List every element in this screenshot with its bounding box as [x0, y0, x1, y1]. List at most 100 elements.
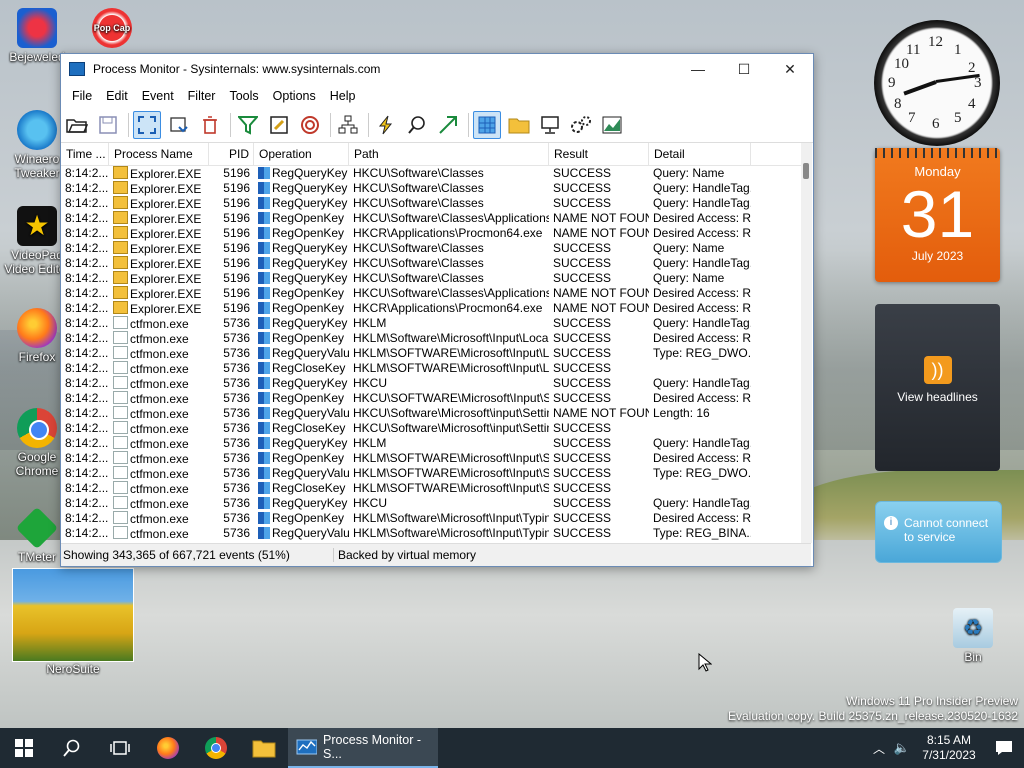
taskbar-chrome-icon[interactable]: [192, 728, 240, 768]
table-row[interactable]: 8:14:2... Explorer.EXE 5196 RegOpenKey HKCR\…: [61, 301, 801, 316]
table-row[interactable]: 8:14:2... Explorer.EXE 5196 RegQueryKey HKCU…: [61, 256, 801, 271]
filter-icon[interactable]: [235, 112, 261, 138]
clock-gadget[interactable]: 12 1 2 3 4 5 6 7 8 9 10 11: [874, 20, 1000, 146]
start-button[interactable]: [0, 728, 48, 768]
tray-chevron-up-icon[interactable]: ︿: [868, 740, 890, 757]
desktop-icon-nerosuite[interactable]: NeroSuite: [12, 568, 134, 676]
minimize-button[interactable]: —: [675, 54, 721, 84]
maximize-button[interactable]: ☐: [721, 54, 767, 84]
capture-icon[interactable]: [133, 111, 161, 139]
task-view-icon[interactable]: [96, 728, 144, 768]
cell-detail: [649, 421, 751, 436]
column-header-pid[interactable]: PID: [209, 143, 254, 165]
profiling-activity-icon[interactable]: [599, 112, 625, 138]
menu-file[interactable]: File: [65, 89, 99, 103]
table-row[interactable]: 8:14:2... ctfmon.exe 5736 RegCloseKey HKCU\S…: [61, 421, 801, 436]
table-row[interactable]: 8:14:2... ctfmon.exe 5736 RegCloseKey HKLM\S…: [61, 481, 801, 496]
table-row[interactable]: 8:14:2... Explorer.EXE 5196 RegQueryKey HKCU…: [61, 166, 801, 181]
table-row[interactable]: 8:14:2... ctfmon.exe 5736 RegQueryValue HKCU…: [61, 406, 801, 421]
taskbar-process-monitor[interactable]: Process Monitor - S...: [288, 728, 438, 768]
table-row[interactable]: 8:14:2... ctfmon.exe 5736 RegOpenKey HKCU\SO…: [61, 391, 801, 406]
table-row[interactable]: 8:14:2... ctfmon.exe 5736 RegOpenKey HKLM\SO…: [61, 451, 801, 466]
table-row[interactable]: 8:14:2... Explorer.EXE 5196 RegQueryKey HKCU…: [61, 196, 801, 211]
process-tree-icon[interactable]: [335, 112, 361, 138]
menu-edit[interactable]: Edit: [99, 89, 135, 103]
table-row[interactable]: 8:14:2... Explorer.EXE 5196 RegOpenKey HKCR\…: [61, 226, 801, 241]
jump-icon[interactable]: [435, 112, 461, 138]
target-icon[interactable]: [297, 112, 323, 138]
table-row[interactable]: 8:14:2... ctfmon.exe 5736 RegQueryKey HKCU SU…: [61, 376, 801, 391]
process-thread-activity-icon[interactable]: [568, 112, 594, 138]
scrollbar-thumb[interactable]: [803, 163, 809, 179]
desktop-icon-label: TMeter: [17, 550, 56, 564]
menu-help[interactable]: Help: [323, 89, 363, 103]
cell-detail: Query: HandleTag...: [653, 316, 751, 330]
table-row[interactable]: 8:14:2... ctfmon.exe 5736 RegQueryKey HKCU SU…: [61, 496, 801, 511]
vertical-scrollbar[interactable]: [801, 143, 812, 543]
clock-number: 7: [908, 110, 916, 126]
network-activity-icon[interactable]: [537, 112, 563, 138]
menu-bar: File Edit Event Filter Tools Options Hel…: [61, 84, 813, 108]
table-row[interactable]: 8:14:2... Explorer.EXE 5196 RegQueryKey HKCU…: [61, 181, 801, 196]
column-header-path[interactable]: Path: [349, 143, 549, 165]
cell-pid: 5736: [223, 511, 250, 525]
find-icon[interactable]: [404, 112, 430, 138]
clear-trash-icon[interactable]: [197, 112, 223, 138]
cell-pid: 5736: [223, 481, 250, 495]
table-row[interactable]: 8:14:2... ctfmon.exe 5736 RegQueryKey HKLM SU…: [61, 316, 801, 331]
menu-options[interactable]: Options: [266, 89, 323, 103]
column-header-operation[interactable]: Operation: [254, 143, 349, 165]
table-row[interactable]: 8:14:2... ctfmon.exe 5736 RegOpenKey HKLM\So…: [61, 331, 801, 346]
event-grid[interactable]: Time ... Process Name PID Operation Path…: [61, 143, 801, 543]
open-folder-icon[interactable]: [64, 112, 90, 138]
lightning-icon[interactable]: [373, 112, 399, 138]
calendar-gadget[interactable]: Monday 31 July 2023: [875, 148, 1000, 282]
cell-result: SUCCESS: [553, 181, 612, 195]
clock-number: 11: [906, 42, 921, 58]
menu-tools[interactable]: Tools: [222, 89, 265, 103]
table-row[interactable]: 8:14:2... ctfmon.exe 5736 RegQueryValue HKLM…: [61, 346, 801, 361]
clock-number: 12: [928, 34, 943, 50]
close-button[interactable]: ✕: [767, 54, 813, 84]
filesystem-activity-icon[interactable]: [506, 112, 532, 138]
table-row[interactable]: 8:14:2... ctfmon.exe 5736 RegQueryValue HKLM…: [61, 466, 801, 481]
search-icon[interactable]: [48, 728, 96, 768]
desktop-icon-recycle-bin[interactable]: ♻ Bin: [940, 608, 1006, 664]
taskbar-file-explorer-icon[interactable]: [240, 728, 288, 768]
table-row[interactable]: 8:14:2... ctfmon.exe 5736 RegCloseKey HKLM\S…: [61, 361, 801, 376]
procmon-taskbar-icon: [296, 739, 318, 755]
table-row[interactable]: 8:14:2... ctfmon.exe 5736 RegOpenKey HKLM\So…: [61, 511, 801, 526]
autoscroll-icon[interactable]: [166, 112, 192, 138]
column-header-result[interactable]: Result: [549, 143, 649, 165]
title-bar[interactable]: Process Monitor - Sysinternals: www.sysi…: [61, 54, 813, 84]
tray-clock[interactable]: 8:15 AM 7/31/2023: [914, 733, 984, 763]
column-header-time[interactable]: Time ...: [61, 143, 109, 165]
table-row[interactable]: 8:14:2... ctfmon.exe 5736 RegQueryKey HKLM SU…: [61, 436, 801, 451]
registry-operation-icon: [258, 527, 270, 539]
table-row[interactable]: 8:14:2... ctfmon.exe 5736 RegQueryValue HKLM…: [61, 526, 801, 541]
menu-event[interactable]: Event: [135, 89, 181, 103]
column-header-process-name[interactable]: Process Name: [109, 143, 209, 165]
highlight-icon[interactable]: [266, 112, 292, 138]
taskbar-firefox-icon[interactable]: [144, 728, 192, 768]
menu-filter[interactable]: Filter: [181, 89, 223, 103]
cell-pid: 5196: [223, 211, 250, 225]
explorer-process-icon: [113, 196, 128, 209]
registry-activity-icon[interactable]: [473, 111, 501, 139]
table-row[interactable]: 8:14:2... Explorer.EXE 5196 RegQueryKey HKCU…: [61, 271, 801, 286]
cell-result: SUCCESS: [553, 526, 612, 540]
table-row[interactable]: 8:14:2... Explorer.EXE 5196 RegOpenKey HKCU\…: [61, 286, 801, 301]
process-monitor-window[interactable]: Process Monitor - Sysinternals: www.sysi…: [60, 53, 814, 567]
volume-icon[interactable]: 🔈: [890, 740, 914, 756]
cell-result: SUCCESS: [553, 376, 612, 390]
save-icon[interactable]: [95, 112, 121, 138]
view-headlines-link[interactable]: View headlines: [875, 390, 1000, 404]
feed-headlines-gadget[interactable]: )) View headlines: [875, 304, 1000, 471]
weather-gadget[interactable]: i Cannot connect to service: [875, 501, 1002, 563]
desktop-icon-popcap[interactable]: Pop Cap: [82, 8, 142, 50]
table-row[interactable]: 8:14:2... Explorer.EXE 5196 RegOpenKey HKCU\…: [61, 211, 801, 226]
table-row[interactable]: 8:14:2... Explorer.EXE 5196 RegQueryKey HKCU…: [61, 241, 801, 256]
notification-icon[interactable]: [984, 740, 1024, 756]
registry-operation-icon: [258, 512, 270, 524]
column-header-detail[interactable]: Detail: [649, 143, 751, 165]
